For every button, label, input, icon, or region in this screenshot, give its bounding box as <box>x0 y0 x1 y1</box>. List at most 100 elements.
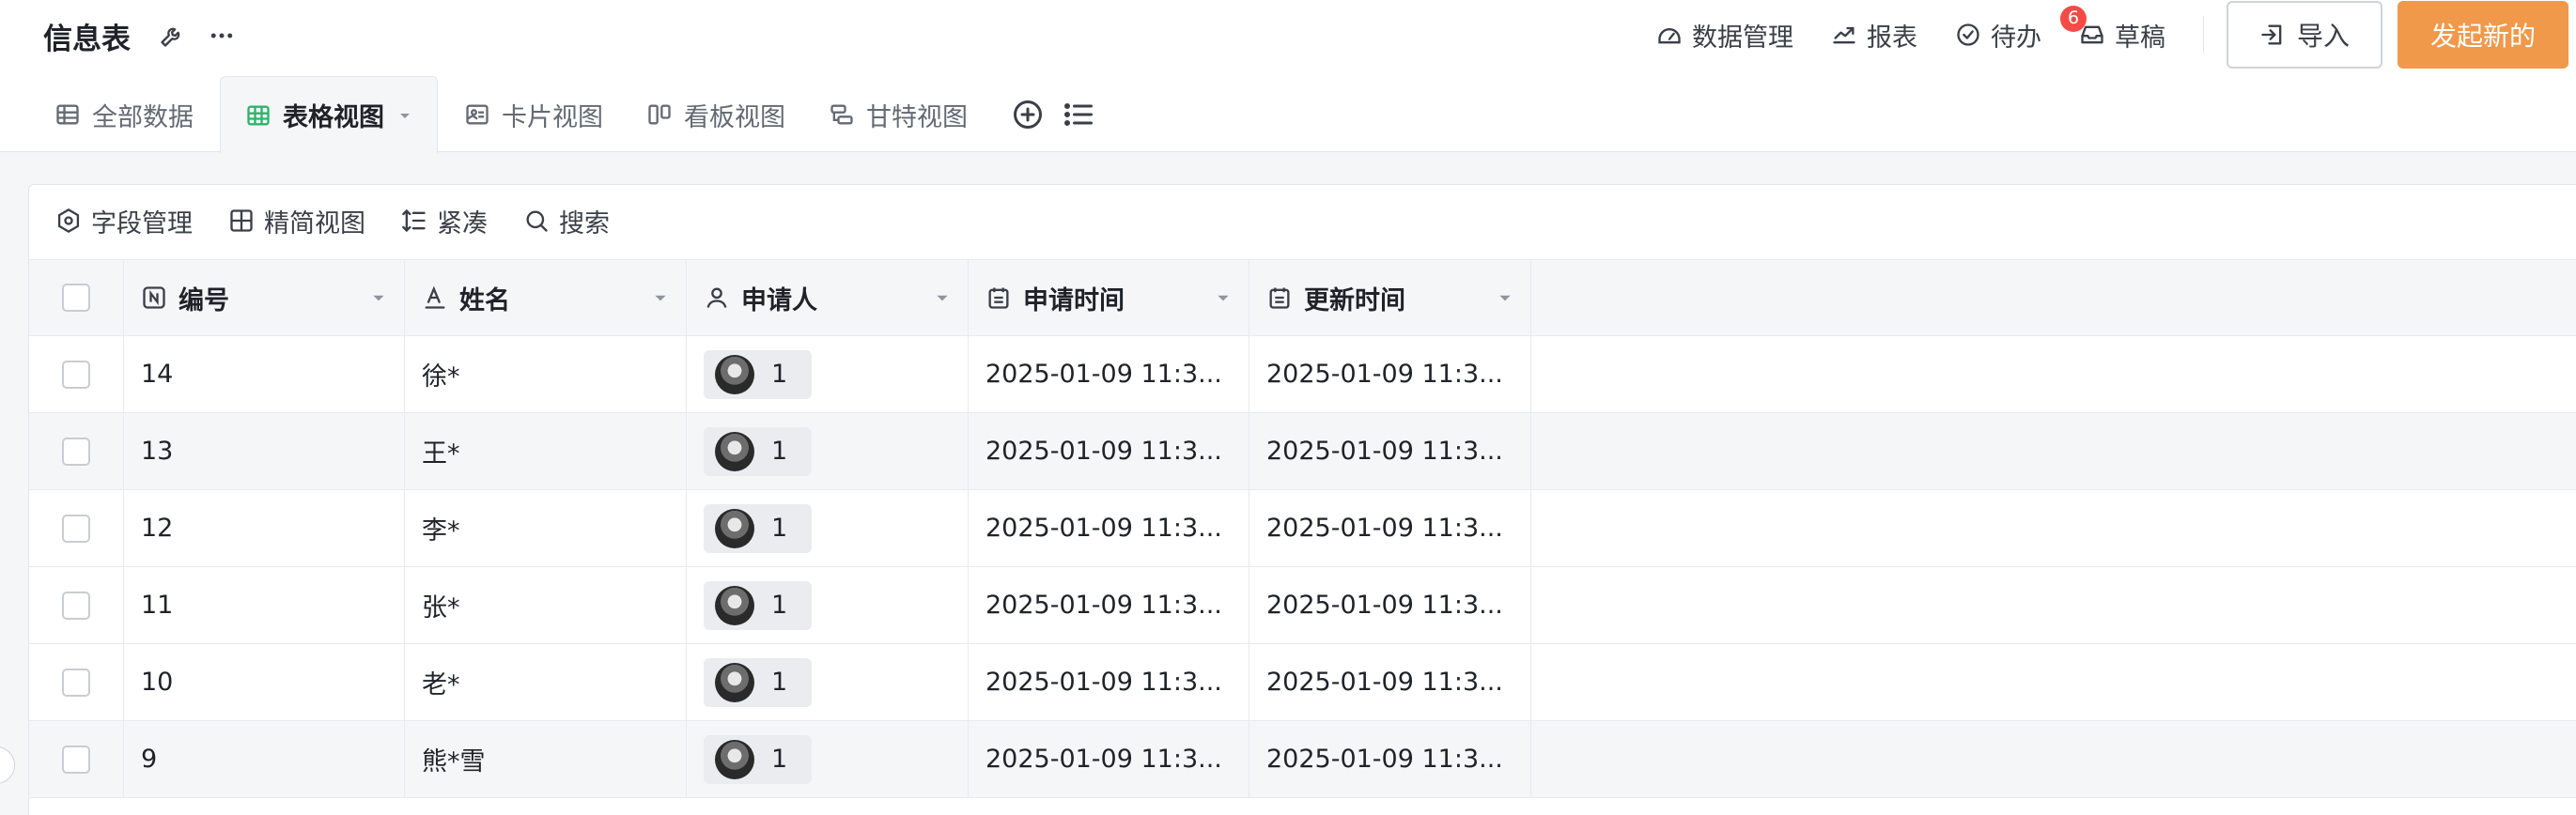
cell-updated-time[interactable]: 2025-01-09 11:3... <box>1249 336 1531 412</box>
header-actions: 数据管理 报表 待办 6 草稿 导入 发起新的 <box>1656 0 2576 69</box>
cell-updated-time[interactable]: 2025-01-09 11:3... <box>1249 721 1531 797</box>
cell-name[interactable]: 老* <box>405 644 687 720</box>
user-chip[interactable]: 1 <box>704 734 813 784</box>
more-icon[interactable] <box>208 22 236 50</box>
cell-applicant[interactable]: 1 <box>687 644 969 720</box>
cell-updated-time[interactable]: 2025-01-09 11:3... <box>1249 413 1531 489</box>
cell-applied-time[interactable]: 2025-01-09 11:3... <box>969 490 1249 566</box>
column-header-applicant[interactable]: 申请人 <box>687 260 969 335</box>
add-view-icon[interactable] <box>1011 77 1045 152</box>
cell-applicant[interactable]: 1 <box>687 490 969 566</box>
cell-updated-time[interactable]: 2025-01-09 11:3... <box>1249 567 1531 643</box>
cell-number[interactable]: 13 <box>124 413 405 489</box>
column-menu-icon[interactable] <box>934 289 951 306</box>
row-select-cell <box>29 644 124 720</box>
tab-gantt-view[interactable]: 甘特视图 <box>812 77 985 152</box>
cell-number[interactable]: 10 <box>124 644 405 720</box>
cell-number[interactable]: 9 <box>124 721 405 797</box>
column-menu-icon[interactable] <box>1497 289 1513 306</box>
cell-name[interactable]: 王* <box>405 413 687 489</box>
field-manage-button[interactable]: 字段管理 <box>55 203 193 239</box>
settings-icon <box>57 208 80 234</box>
column-menu-icon[interactable] <box>652 289 669 306</box>
grid-icon <box>230 209 253 232</box>
report-button[interactable]: 报表 <box>1831 17 1917 54</box>
draft-button[interactable]: 草稿 <box>2079 17 2165 54</box>
cell-applied-time[interactable]: 2025-01-09 11:3... <box>969 413 1249 489</box>
view-list-icon[interactable] <box>1062 77 1095 152</box>
table-row[interactable]: 12 李* 1 2025-01-09 11:3... 2025-01-09 11… <box>29 490 2576 567</box>
cell-applicant[interactable]: 1 <box>687 336 969 412</box>
sidebar-collapse-handle[interactable] <box>0 746 15 784</box>
row-checkbox[interactable] <box>62 514 90 543</box>
cell-applied-time[interactable]: 2025-01-09 11:3... <box>969 721 1249 797</box>
user-name: 1 <box>771 360 788 389</box>
table-row[interactable]: 11 张* 1 2025-01-09 11:3... 2025-01-09 11… <box>29 567 2576 644</box>
column-header-updated-time[interactable]: 更新时间 <box>1249 260 1531 335</box>
tab-grid-view[interactable]: 表格视图 <box>220 76 438 153</box>
search-button[interactable]: 搜索 <box>523 203 610 239</box>
applied-time-text: 2025-01-09 11:3... <box>985 668 1222 697</box>
row-checkbox[interactable] <box>62 437 90 466</box>
import-icon <box>2261 24 2282 45</box>
cell-updated-time[interactable]: 2025-01-09 11:3... <box>1249 490 1531 566</box>
row-checkbox[interactable] <box>62 745 90 774</box>
cell-applicant[interactable]: 1 <box>687 413 969 489</box>
select-all-checkbox[interactable] <box>62 284 90 312</box>
view-tabs: 全部数据 表格视图 卡片视图 看板视图 甘特视图 <box>38 76 1095 153</box>
row-filler <box>1531 490 2576 566</box>
create-new-button[interactable]: 发起新的 <box>2398 1 2568 69</box>
import-button[interactable]: 导入 <box>2227 1 2382 69</box>
data-manage-button[interactable]: 数据管理 <box>1656 17 1793 54</box>
column-header-applied-time[interactable]: 申请时间 <box>969 260 1249 335</box>
density-button[interactable]: 紧凑 <box>401 203 488 239</box>
cell-number[interactable]: 11 <box>124 567 405 643</box>
column-header-name[interactable]: 姓名 <box>405 260 687 335</box>
cell-number[interactable]: 12 <box>124 490 405 566</box>
cell-applied-time[interactable]: 2025-01-09 11:3... <box>969 644 1249 720</box>
cell-applicant[interactable]: 1 <box>687 567 969 643</box>
table-row[interactable]: 14 徐* 1 2025-01-09 11:3... 2025-01-09 11… <box>29 336 2576 413</box>
table-icon <box>56 104 79 125</box>
cell-name[interactable]: 张* <box>405 567 687 643</box>
cell-number[interactable]: 14 <box>124 336 405 412</box>
column-menu-icon[interactable] <box>370 289 387 306</box>
tab-label: 表格视图 <box>283 103 384 132</box>
cell-name[interactable]: 李* <box>405 490 687 566</box>
user-chip[interactable]: 1 <box>704 349 813 399</box>
tab-kanban-view[interactable]: 看板视图 <box>629 77 802 152</box>
user-name: 1 <box>771 668 788 697</box>
user-name: 1 <box>771 514 788 543</box>
tab-card-view[interactable]: 卡片视图 <box>447 77 620 152</box>
avatar <box>715 354 754 394</box>
column-menu-icon[interactable] <box>1215 289 1232 306</box>
column-header-number[interactable]: 编号 <box>124 260 405 335</box>
cell-name[interactable]: 徐* <box>405 336 687 412</box>
avatar <box>715 585 754 625</box>
cell-updated-time[interactable]: 2025-01-09 11:3... <box>1249 644 1531 720</box>
cell-name[interactable]: 熊*雪 <box>405 721 687 797</box>
row-checkbox[interactable] <box>62 591 90 620</box>
table-row[interactable]: 9 熊*雪 1 2025-01-09 11:3... 2025-01-09 11… <box>29 721 2576 798</box>
cell-applied-time[interactable]: 2025-01-09 11:3... <box>969 567 1249 643</box>
user-chip[interactable]: 1 <box>704 580 813 630</box>
cell-applicant[interactable]: 1 <box>687 721 969 797</box>
avatar <box>715 662 754 702</box>
caret-down-icon[interactable] <box>397 108 412 123</box>
user-chip[interactable]: 1 <box>704 503 813 553</box>
row-checkbox[interactable] <box>62 668 90 697</box>
tab-all-data[interactable]: 全部数据 <box>38 77 210 152</box>
wrench-icon[interactable] <box>159 23 185 49</box>
number-field-icon <box>143 286 165 309</box>
user-chip[interactable]: 1 <box>704 426 813 476</box>
report-label: 报表 <box>1867 23 1917 53</box>
row-checkbox[interactable] <box>62 360 90 389</box>
todo-button[interactable]: 待办 6 <box>1955 5 2087 54</box>
table-row[interactable]: 10 老* 1 2025-01-09 11:3... 2025-01-09 11… <box>29 644 2576 721</box>
column-label: 更新时间 <box>1304 285 1405 315</box>
user-chip[interactable]: 1 <box>704 657 813 707</box>
cell-applied-time[interactable]: 2025-01-09 11:3... <box>969 336 1249 412</box>
table-row[interactable]: 13 王* 1 2025-01-09 11:3... 2025-01-09 11… <box>29 413 2576 490</box>
compact-view-button[interactable]: 精简视图 <box>228 203 365 239</box>
row-select-cell <box>29 721 124 797</box>
